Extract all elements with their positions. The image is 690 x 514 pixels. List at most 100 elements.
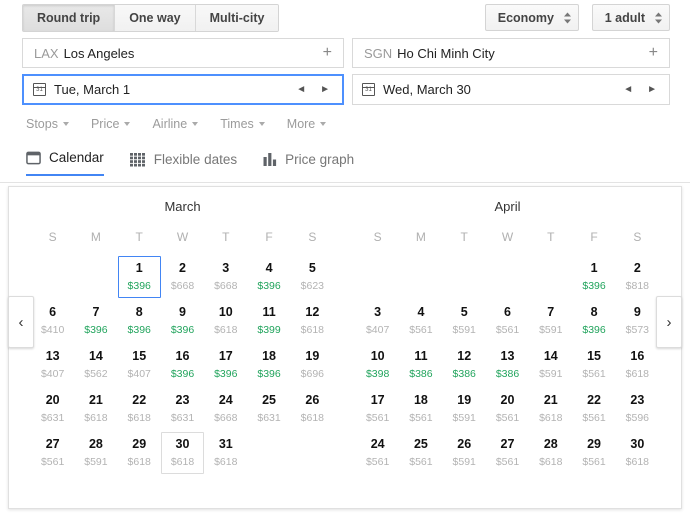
day-cell[interactable]: 28 $591 xyxy=(74,432,117,474)
add-origin-icon[interactable]: + xyxy=(321,45,334,61)
day-cell[interactable]: 25 $631 xyxy=(247,388,290,430)
day-cell[interactable]: 29 $561 xyxy=(572,432,615,474)
day-cell[interactable]: 11 $386 xyxy=(399,344,442,386)
day-cell[interactable]: 5 $623 xyxy=(291,256,334,298)
day-cell[interactable]: 23 $631 xyxy=(161,388,204,430)
day-cell[interactable]: 14 $562 xyxy=(74,344,117,386)
day-cell[interactable]: 5 $591 xyxy=(443,300,486,342)
filter-times[interactable]: Times xyxy=(220,117,265,131)
departure-next-day-button[interactable]: ► xyxy=(320,84,330,95)
day-cell[interactable]: 4 $561 xyxy=(399,300,442,342)
day-cell[interactable]: 24 $561 xyxy=(356,432,399,474)
view-tab-flexible-dates[interactable]: Flexible dates xyxy=(129,152,237,176)
filter-label: More xyxy=(286,117,316,131)
day-cell[interactable]: 1 $396 xyxy=(117,256,161,298)
filter-price[interactable]: Price xyxy=(91,117,131,131)
day-cell[interactable]: 9 $396 xyxy=(161,300,204,342)
day-cell[interactable]: 8 $396 xyxy=(572,300,615,342)
return-date-input[interactable]: 31 Wed, March 30 ◄ ► xyxy=(352,74,670,105)
day-cell[interactable]: 7 $396 xyxy=(74,300,117,342)
view-tabs: Calendar Flexible dates Price graph xyxy=(26,150,380,176)
day-cell[interactable]: 18 $396 xyxy=(247,344,290,386)
day-cell[interactable]: 22 $618 xyxy=(118,388,161,430)
weekday-label: T xyxy=(135,230,143,244)
tabs-divider xyxy=(0,182,690,183)
day-cell[interactable]: 26 $618 xyxy=(291,388,334,430)
trip-tab-multi-city[interactable]: Multi-city xyxy=(195,5,279,31)
day-cell[interactable]: 2 $818 xyxy=(616,256,659,298)
day-cell[interactable]: 21 $618 xyxy=(74,388,117,430)
day-cell[interactable]: 27 $561 xyxy=(486,432,529,474)
chevron-right-icon: › xyxy=(666,313,672,331)
trip-type-tabs[interactable]: Round trip One way Multi-city xyxy=(22,4,280,32)
cabin-class-select[interactable]: Economy xyxy=(484,4,579,31)
day-cell[interactable]: 9 $573 xyxy=(616,300,659,342)
filter-more[interactable]: More xyxy=(286,117,327,131)
view-tab-label: Price graph xyxy=(285,152,355,167)
day-cell[interactable]: 17 $561 xyxy=(356,388,399,430)
day-cell[interactable]: 6 $410 xyxy=(31,300,74,342)
day-cell[interactable]: 20 $561 xyxy=(486,388,529,430)
day-cell[interactable]: 4 $396 xyxy=(247,256,290,298)
day-cell[interactable]: 26 $591 xyxy=(443,432,486,474)
day-cell[interactable]: 14 $591 xyxy=(529,344,572,386)
day-cell[interactable]: 29 $618 xyxy=(118,432,161,474)
day-cell[interactable]: 1 $396 xyxy=(572,256,615,298)
day-cell[interactable]: 17 $396 xyxy=(204,344,247,386)
departure-date-input[interactable]: 31 Tue, March 1 ◄ ► xyxy=(22,74,344,105)
return-prev-day-button[interactable]: ◄ xyxy=(623,84,633,95)
day-cell[interactable]: 12 $618 xyxy=(291,300,334,342)
day-cell[interactable]: 31 $618 xyxy=(204,432,247,474)
day-cell[interactable]: 21 $618 xyxy=(529,388,572,430)
day-cell[interactable]: 7 $591 xyxy=(529,300,572,342)
day-number: 18 xyxy=(413,393,428,408)
day-cell[interactable]: 16 $618 xyxy=(616,344,659,386)
day-cell[interactable]: 13 $386 xyxy=(486,344,529,386)
return-next-day-button[interactable]: ► xyxy=(647,84,657,95)
day-cell[interactable]: 20 $631 xyxy=(31,388,74,430)
origin-airport-input[interactable]: LAX Los Angeles + xyxy=(22,38,344,68)
day-price: $561 xyxy=(582,367,606,380)
day-cell[interactable]: 18 $561 xyxy=(399,388,442,430)
calendar-next-button[interactable]: › xyxy=(656,296,682,348)
calendar-prev-button[interactable]: ‹ xyxy=(8,296,34,348)
day-cell[interactable]: 23 $596 xyxy=(616,388,659,430)
weekday-label: T xyxy=(547,230,555,244)
day-cell[interactable]: 6 $561 xyxy=(486,300,529,342)
departure-prev-day-button[interactable]: ◄ xyxy=(296,84,306,95)
day-cell[interactable]: 28 $618 xyxy=(529,432,572,474)
filter-airline[interactable]: Airline xyxy=(152,117,199,131)
day-number: 6 xyxy=(504,305,511,320)
destination-airport-input[interactable]: SGN Ho Chi Minh City + xyxy=(352,38,670,68)
day-cell[interactable]: 10 $398 xyxy=(356,344,399,386)
day-price: $668 xyxy=(214,411,238,424)
day-cell[interactable]: 2 $668 xyxy=(161,256,204,298)
day-cell[interactable]: 8 $396 xyxy=(118,300,161,342)
day-cell[interactable]: 22 $561 xyxy=(572,388,615,430)
return-date-nav: ◄ ► xyxy=(623,84,663,95)
day-cell[interactable]: 11 $399 xyxy=(247,300,290,342)
day-cell[interactable]: 27 $561 xyxy=(31,432,74,474)
day-number: 20 xyxy=(500,393,515,408)
day-cell[interactable]: 3 $407 xyxy=(356,300,399,342)
filter-stops[interactable]: Stops xyxy=(26,117,69,131)
add-destination-icon[interactable]: + xyxy=(647,45,660,61)
day-cell[interactable]: 19 $696 xyxy=(291,344,334,386)
day-cell[interactable]: 16 $396 xyxy=(161,344,204,386)
day-cell[interactable]: 30 $618 xyxy=(160,432,205,474)
view-tab-price-graph[interactable]: Price graph xyxy=(263,152,354,176)
day-cell[interactable]: 15 $561 xyxy=(572,344,615,386)
day-cell[interactable]: 13 $407 xyxy=(31,344,74,386)
day-cell[interactable]: 12 $386 xyxy=(443,344,486,386)
day-cell[interactable]: 30 $618 xyxy=(616,432,659,474)
day-cell[interactable]: 19 $591 xyxy=(443,388,486,430)
trip-tab-one-way[interactable]: One way xyxy=(115,5,196,31)
day-cell[interactable]: 24 $668 xyxy=(204,388,247,430)
day-cell[interactable]: 25 $561 xyxy=(399,432,442,474)
trip-tab-round-trip[interactable]: Round trip xyxy=(23,5,116,31)
passenger-count-select[interactable]: 1 adult xyxy=(591,4,670,31)
day-cell[interactable]: 3 $668 xyxy=(204,256,247,298)
day-cell[interactable]: 15 $407 xyxy=(118,344,161,386)
view-tab-calendar[interactable]: Calendar xyxy=(26,150,104,176)
day-cell[interactable]: 10 $618 xyxy=(204,300,247,342)
